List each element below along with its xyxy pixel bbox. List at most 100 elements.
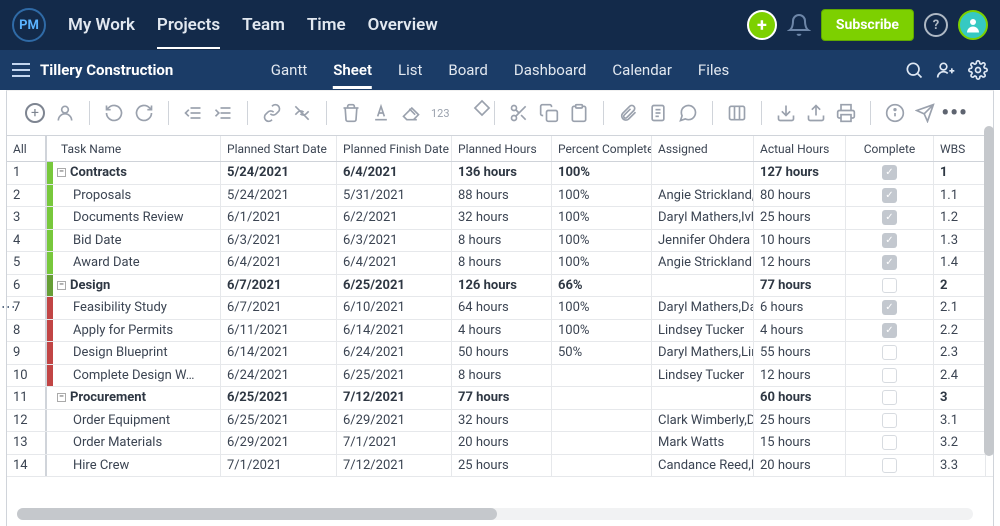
planned-start[interactable]: 6/1/2021	[221, 207, 337, 229]
percent-complete[interactable]	[552, 432, 652, 454]
indent-icon[interactable]	[213, 103, 233, 123]
percent-complete[interactable]: 66%	[552, 275, 652, 297]
actual-hours[interactable]: 55 hours	[754, 342, 846, 364]
planned-finish[interactable]: 7/12/2021	[337, 455, 452, 477]
planned-hours[interactable]: 136 hours	[452, 162, 552, 184]
table-row[interactable]: 3Documents Review6/1/20216/2/202132 hour…	[7, 207, 993, 230]
percent-complete[interactable]: 100%	[552, 162, 652, 184]
complete-checkbox[interactable]	[846, 342, 934, 364]
task-name-cell[interactable]: Award Date	[47, 252, 221, 274]
table-row[interactable]: 6−Design6/7/20216/25/2021126 hours66%77 …	[7, 275, 993, 298]
table-row[interactable]: 11−Procurement6/25/20217/12/202177 hours…	[7, 387, 993, 410]
complete-checkbox[interactable]: ✓	[846, 230, 934, 252]
assigned[interactable]	[652, 387, 754, 409]
task-name-cell[interactable]: Hire Crew	[47, 455, 221, 477]
user-add-icon[interactable]	[936, 60, 956, 80]
planned-hours[interactable]: 77 hours	[452, 387, 552, 409]
planned-hours[interactable]: 20 hours	[452, 432, 552, 454]
horizontal-scrollbar[interactable]	[17, 508, 973, 520]
table-row[interactable]: 13Order Materials6/29/20217/1/202120 hou…	[7, 432, 993, 455]
task-name-cell[interactable]: Documents Review	[47, 207, 221, 229]
collapse-icon[interactable]: −	[57, 168, 66, 177]
add-button[interactable]: +	[747, 10, 777, 40]
percent-complete[interactable]: 100%	[552, 185, 652, 207]
logo[interactable]: PM	[12, 8, 46, 42]
planned-finish[interactable]: 7/1/2021	[337, 432, 452, 454]
complete-checkbox[interactable]: ✓	[846, 185, 934, 207]
columns-icon[interactable]	[727, 103, 747, 123]
percent-complete[interactable]	[552, 410, 652, 432]
collapse-icon[interactable]: −	[57, 393, 66, 402]
table-row[interactable]: 4Bid Date6/3/20216/3/20218 hours100%Jenn…	[7, 230, 993, 253]
complete-checkbox[interactable]	[846, 275, 934, 297]
planned-start[interactable]: 5/24/2021	[221, 162, 337, 184]
actual-hours[interactable]: 60 hours	[754, 387, 846, 409]
planned-finish[interactable]: 6/3/2021	[337, 230, 452, 252]
complete-checkbox[interactable]	[846, 387, 934, 409]
planned-finish[interactable]: 6/24/2021	[337, 342, 452, 364]
assigned[interactable]: Daryl Mathers,Ivhan	[652, 207, 754, 229]
table-row[interactable]: 12Order Equipment6/25/20216/29/202132 ho…	[7, 410, 993, 433]
planned-start[interactable]: 6/25/2021	[221, 387, 337, 409]
actual-hours[interactable]: 10 hours	[754, 230, 846, 252]
planned-start[interactable]: 6/14/2021	[221, 342, 337, 364]
planned-hours[interactable]: 8 hours	[452, 365, 552, 387]
viewnav-item-list[interactable]: List	[398, 51, 422, 89]
actual-hours[interactable]: 25 hours	[754, 410, 846, 432]
complete-checkbox[interactable]	[846, 455, 934, 477]
percent-complete[interactable]: 100%	[552, 252, 652, 274]
complete-checkbox[interactable]	[846, 410, 934, 432]
assigned[interactable]: Mark Watts	[652, 432, 754, 454]
percent-complete[interactable]: 50%	[552, 342, 652, 364]
complete-checkbox[interactable]: ✓	[846, 252, 934, 274]
undo-icon[interactable]	[104, 103, 124, 123]
assigned[interactable]	[652, 275, 754, 297]
planned-start[interactable]: 7/1/2021	[221, 455, 337, 477]
planned-start[interactable]: 6/7/2021	[221, 297, 337, 319]
actual-hours[interactable]: 6 hours	[754, 297, 846, 319]
viewnav-item-gantt[interactable]: Gantt	[271, 51, 307, 89]
add-row-icon[interactable]: +	[25, 103, 45, 123]
collapse-icon[interactable]: −	[57, 281, 66, 290]
planned-start[interactable]: 6/11/2021	[221, 320, 337, 342]
col-assigned[interactable]: Assigned	[652, 136, 754, 161]
actual-hours[interactable]: 12 hours	[754, 252, 846, 274]
bell-icon[interactable]	[787, 13, 811, 37]
actual-hours[interactable]: 80 hours	[754, 185, 846, 207]
planned-start[interactable]: 6/29/2021	[221, 432, 337, 454]
planned-finish[interactable]: 6/25/2021	[337, 275, 452, 297]
planned-finish[interactable]: 6/25/2021	[337, 365, 452, 387]
more-icon[interactable]: •••	[945, 103, 965, 123]
task-name-cell[interactable]: Order Materials	[47, 432, 221, 454]
assigned[interactable]: Angie Strickland	[652, 252, 754, 274]
planned-hours[interactable]: 4 hours	[452, 320, 552, 342]
task-name-cell[interactable]: Complete Design W…	[47, 365, 221, 387]
planned-hours[interactable]: 50 hours	[452, 342, 552, 364]
info-icon[interactable]	[885, 103, 905, 123]
actual-hours[interactable]: 12 hours	[754, 365, 846, 387]
planned-start[interactable]: 6/24/2021	[221, 365, 337, 387]
import-icon[interactable]	[776, 103, 796, 123]
table-row[interactable]: 8Apply for Permits6/11/20216/14/20214 ho…	[7, 320, 993, 343]
col-percent[interactable]: Percent Complete	[552, 136, 652, 161]
table-row[interactable]: 14Hire Crew7/1/20217/12/202125 hoursCand…	[7, 455, 993, 478]
actual-hours[interactable]: 15 hours	[754, 432, 846, 454]
actual-hours[interactable]: 127 hours	[754, 162, 846, 184]
send-icon[interactable]	[915, 103, 935, 123]
search-icon[interactable]	[904, 60, 924, 80]
col-rownum[interactable]: All	[7, 136, 47, 161]
assigned[interactable]: Clark Wimberly,Daryl	[652, 410, 754, 432]
table-row[interactable]: 5Award Date6/4/20216/4/20218 hours100%An…	[7, 252, 993, 275]
assigned[interactable]	[652, 162, 754, 184]
col-wbs[interactable]: WBS	[934, 136, 986, 161]
viewnav-item-board[interactable]: Board	[448, 51, 487, 89]
planned-start[interactable]: 6/4/2021	[221, 252, 337, 274]
col-planned-hours[interactable]: Planned Hours	[452, 136, 552, 161]
assigned[interactable]: Lindsey Tucker	[652, 320, 754, 342]
planned-finish[interactable]: 7/12/2021	[337, 387, 452, 409]
table-row[interactable]: 9Design Blueprint6/14/20216/24/202150 ho…	[7, 342, 993, 365]
complete-checkbox[interactable]: ✓	[846, 320, 934, 342]
percent-complete[interactable]: 100%	[552, 230, 652, 252]
task-name-cell[interactable]: Design Blueprint	[47, 342, 221, 364]
planned-hours[interactable]: 126 hours	[452, 275, 552, 297]
